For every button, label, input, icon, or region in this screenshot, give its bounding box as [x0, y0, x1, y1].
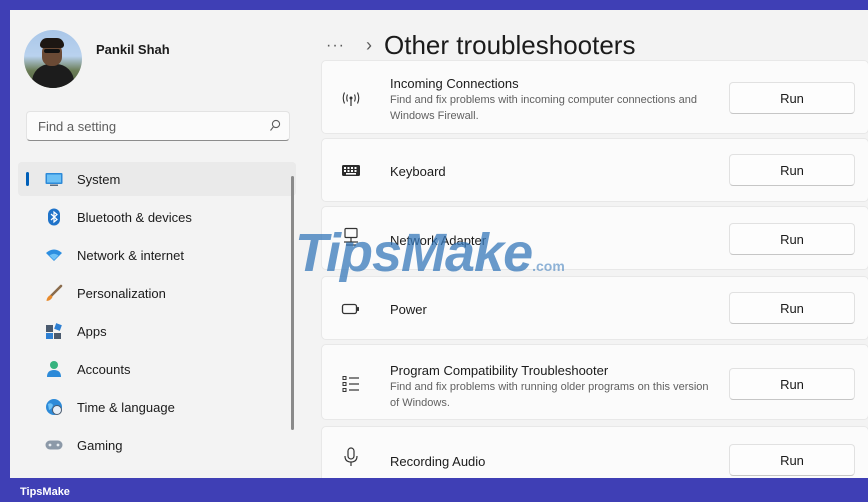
apps-icon: [46, 323, 62, 339]
troubleshooter-title: Recording Audio: [390, 454, 486, 469]
bluetooth-icon: [48, 208, 60, 226]
troubleshooter-network-adapter: Network Adapter Run: [321, 206, 868, 270]
microphone-icon: [344, 447, 358, 466]
wifi-icon: [46, 249, 62, 261]
keyboard-icon: [342, 165, 360, 176]
troubleshooter-incoming-connections: Incoming Connections Find and fix proble…: [321, 60, 868, 134]
sidebar-item-label: Accounts: [77, 362, 131, 377]
settings-window: Pankil Shah System: [10, 10, 868, 478]
sidebar-scrollbar[interactable]: [291, 176, 294, 430]
search-icon[interactable]: [269, 119, 281, 133]
run-button[interactable]: Run: [729, 292, 855, 324]
sidebar-item-accounts[interactable]: Accounts: [18, 352, 296, 386]
globe-clock-icon: [46, 399, 62, 415]
gamepad-icon: [45, 440, 63, 450]
user-profile[interactable]: Pankil Shah: [24, 30, 170, 88]
battery-icon: [341, 303, 359, 315]
list-icon: [342, 376, 359, 392]
breadcrumb: ··· › Other troubleshooters: [326, 30, 635, 61]
sidebar-item-label: Bluetooth & devices: [77, 210, 192, 225]
avatar: [24, 30, 82, 88]
troubleshooter-keyboard: Keyboard Run: [321, 138, 868, 202]
troubleshooter-recording-audio: Recording Audio Run: [321, 426, 868, 478]
network-adapter-icon: [344, 227, 358, 246]
troubleshooter-title: Program Compatibility Troubleshooter: [390, 363, 609, 378]
sidebar-item-label: Network & internet: [77, 248, 184, 263]
search-input[interactable]: [36, 118, 260, 135]
troubleshooter-title: Keyboard: [390, 164, 446, 179]
troubleshooter-description: Find and fix problems with running older…: [390, 381, 709, 409]
run-button[interactable]: Run: [729, 82, 855, 114]
sidebar-item-apps[interactable]: Apps: [18, 314, 296, 348]
sidebar-item-system[interactable]: System: [18, 162, 296, 196]
selection-indicator: [26, 172, 29, 186]
monitor-icon: [45, 173, 63, 186]
nav-list: System Bluetooth & devices Network & int…: [10, 162, 300, 466]
search-box[interactable]: [26, 111, 290, 141]
sidebar-item-bluetooth[interactable]: Bluetooth & devices: [18, 200, 296, 234]
run-button[interactable]: Run: [729, 368, 855, 400]
person-icon: [47, 361, 61, 377]
brush-icon: [46, 284, 63, 301]
run-button[interactable]: Run: [729, 223, 855, 255]
profile-name: Pankil Shah: [96, 41, 170, 57]
troubleshooter-description: Find and fix problems with incoming comp…: [390, 94, 697, 122]
run-button[interactable]: Run: [729, 444, 855, 476]
run-button[interactable]: Run: [729, 154, 855, 186]
sidebar-item-label: Gaming: [77, 438, 123, 453]
sidebar-item-label: System: [77, 172, 121, 187]
troubleshooter-title: Power: [390, 302, 427, 317]
sidebar-item-time-language[interactable]: Time & language: [18, 390, 296, 424]
troubleshooter-title: Network Adapter: [390, 233, 487, 248]
troubleshooter-title: Incoming Connections: [390, 76, 519, 91]
troubleshooter-power: Power Run: [321, 276, 868, 340]
sidebar-item-label: Time & language: [77, 400, 175, 415]
chevron-right-icon: ›: [366, 35, 372, 55]
sidebar-item-personalization[interactable]: Personalization: [18, 276, 296, 310]
sidebar-item-gaming[interactable]: Gaming: [18, 428, 296, 462]
troubleshooter-program-compatibility: Program Compatibility Troubleshooter Fin…: [321, 344, 868, 420]
sidebar-item-label: Personalization: [77, 286, 166, 301]
antenna-icon: [342, 92, 360, 106]
sidebar: Pankil Shah System: [10, 10, 300, 478]
sidebar-item-label: Apps: [77, 324, 107, 339]
page-title: Other troubleshooters: [384, 30, 636, 60]
footer-brand: TipsMake: [20, 486, 70, 498]
main-content: ··· › Other troubleshooters Incoming Con…: [310, 10, 868, 478]
more-icon[interactable]: ···: [326, 37, 356, 55]
sidebar-item-network[interactable]: Network & internet: [18, 238, 296, 272]
